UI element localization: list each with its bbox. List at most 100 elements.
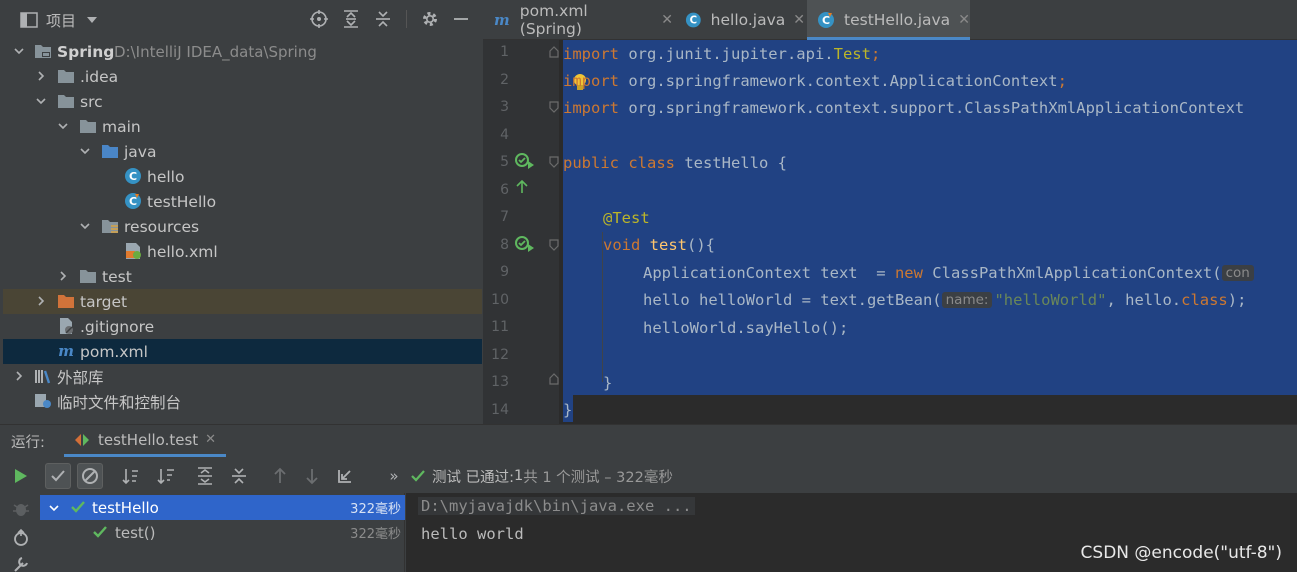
more-actions-button[interactable]: »	[381, 463, 407, 489]
collapse-all-icon[interactable]	[374, 10, 392, 28]
tree-item-label: testHello	[147, 192, 217, 211]
chevron-down-icon[interactable]	[86, 16, 98, 24]
tab-hello-java[interactable]: C hello.java ✕	[675, 0, 805, 40]
tree-item-java[interactable]: java	[3, 139, 482, 164]
line-number: 1	[500, 44, 509, 60]
tab-label: hello.java	[710, 11, 786, 29]
fold-marker-icon[interactable]	[549, 239, 559, 251]
rerun-failed-icon[interactable]	[11, 528, 31, 548]
code-line[interactable]: import org.springframework.context.suppo…	[563, 94, 1244, 122]
resources-folder-icon	[102, 220, 118, 233]
tree-item-hello[interactable]: C hello	[3, 164, 482, 189]
code-line[interactable]: }	[603, 369, 612, 397]
chevron-down-icon[interactable]	[48, 502, 60, 514]
status-suffix: 共 1 个测试 – 322毫秒	[523, 469, 673, 486]
close-icon[interactable]: ✕	[793, 12, 805, 28]
next-failed-button[interactable]	[299, 463, 325, 489]
toolbar-separator	[406, 10, 407, 28]
library-icon	[35, 370, 51, 384]
tab-pom-xml[interactable]: m pom.xml (Spring) ✕	[483, 0, 673, 40]
gear-icon[interactable]	[421, 10, 439, 28]
tree-item-main[interactable]: main	[3, 114, 482, 139]
project-folder-icon	[35, 45, 51, 58]
code-line[interactable]: import org.junit.jupiter.api. Test;	[563, 40, 880, 68]
chevron-right-icon[interactable]	[35, 70, 47, 82]
hide-panel-icon[interactable]	[453, 10, 469, 28]
chevron-down-icon[interactable]	[35, 95, 47, 107]
code-token: ApplicationContext text =	[643, 264, 895, 282]
tab-testhello-java[interactable]: C testHello.java ✕	[807, 0, 970, 40]
tab-run-configuration[interactable]: testHello.test ✕	[64, 425, 227, 457]
code-line[interactable]: import org.springframework.context.Appli…	[563, 67, 1067, 95]
parameter-hint: con	[1221, 265, 1254, 281]
tree-item-target[interactable]: target	[3, 289, 482, 314]
code-line[interactable]: public class testHello {	[563, 149, 787, 177]
check-icon	[93, 526, 107, 538]
sort-by-duration-button[interactable]	[153, 463, 179, 489]
run-test-class-icon[interactable]	[515, 152, 535, 170]
tree-item-hello-xml[interactable]: hello.xml	[3, 239, 482, 264]
fold-marker-icon[interactable]	[549, 156, 559, 168]
test-tree-item[interactable]: test() 322毫秒	[40, 520, 405, 545]
close-icon[interactable]: ✕	[958, 12, 970, 28]
tree-item-scratches[interactable]: 临时文件和控制台	[3, 389, 482, 414]
project-panel-title[interactable]: 项目	[46, 10, 76, 31]
code-line[interactable]: }	[563, 396, 572, 424]
expand-all-button[interactable]	[192, 463, 218, 489]
code-line[interactable]: ApplicationContext text = new ClassPathX…	[643, 259, 1256, 287]
show-ignored-toggle[interactable]	[77, 463, 103, 489]
fold-marker-icon[interactable]	[549, 373, 559, 385]
chevron-down-icon[interactable]	[79, 220, 91, 232]
test-tree-item[interactable]: testHello 322毫秒	[40, 495, 405, 520]
code-line[interactable]: hello helloWorld = text.getBean(name: "he…	[643, 286, 1246, 314]
close-icon[interactable]: ✕	[661, 12, 673, 28]
fold-marker-icon[interactable]	[549, 46, 559, 58]
tree-item-gitignore[interactable]: .gitignore	[3, 314, 482, 339]
maven-icon: m	[494, 12, 510, 29]
run-panel-label: 运行:	[11, 434, 45, 451]
close-icon[interactable]: ✕	[205, 432, 216, 447]
import-tests-button[interactable]	[332, 463, 358, 489]
source-folder-icon	[102, 145, 118, 158]
tree-item-external-libraries[interactable]: 外部库	[3, 364, 482, 389]
tree-item-src[interactable]: src	[3, 89, 482, 114]
code-line[interactable]: @Test	[603, 204, 650, 232]
tree-item-pom-xml[interactable]: m pom.xml	[3, 339, 482, 364]
project-panel: 项目 Spring D:\IntelliJ IDEA_data\Spring .…	[0, 0, 483, 424]
chevron-down-icon[interactable]	[79, 145, 91, 157]
previous-failed-button[interactable]	[267, 463, 293, 489]
check-icon	[411, 470, 425, 482]
rerun-button[interactable]	[8, 463, 34, 489]
chevron-down-icon[interactable]	[13, 45, 25, 57]
code-token: org.junit.jupiter.api.	[619, 45, 834, 63]
code-line[interactable]: void test(){	[603, 231, 715, 259]
project-view-icon	[20, 12, 38, 28]
wrench-icon[interactable]	[11, 555, 31, 572]
tree-item-label: .gitignore	[80, 317, 155, 336]
chevron-right-icon[interactable]	[57, 270, 69, 282]
debug-icon[interactable]	[11, 500, 31, 518]
tree-item-idea[interactable]: .idea	[3, 64, 482, 89]
chevron-right-icon[interactable]	[35, 295, 47, 307]
tree-item-label: java	[124, 142, 157, 161]
console-command-line[interactable]: D:\myjavajdk\bin\java.exe ...	[418, 497, 695, 515]
tree-item-testhello[interactable]: C testHello	[3, 189, 482, 214]
tree-item-spring[interactable]: Spring D:\IntelliJ IDEA_data\Spring	[3, 39, 482, 64]
run-panel-header: 运行: testHello.test ✕	[0, 425, 1297, 457]
chevron-right-icon[interactable]	[13, 370, 25, 382]
fold-marker-icon[interactable]	[549, 101, 559, 113]
expand-all-icon[interactable]	[342, 10, 360, 28]
run-test-method-icon[interactable]	[515, 235, 535, 253]
code-token: );	[1227, 291, 1247, 309]
tree-item-test[interactable]: test	[3, 264, 482, 289]
test-duration: 322毫秒	[350, 502, 401, 517]
chevron-down-icon[interactable]	[57, 120, 69, 132]
locate-file-icon[interactable]	[310, 10, 328, 28]
sort-alphabetically-button[interactable]	[118, 463, 144, 489]
show-passed-toggle[interactable]	[45, 463, 71, 489]
test-duration: 322毫秒	[350, 527, 401, 542]
collapse-all-button[interactable]	[226, 463, 252, 489]
code-line[interactable]: helloWorld.sayHello();	[643, 314, 848, 342]
tree-item-resources[interactable]: resources	[3, 214, 482, 239]
run-tab-label: testHello.test	[98, 430, 199, 449]
